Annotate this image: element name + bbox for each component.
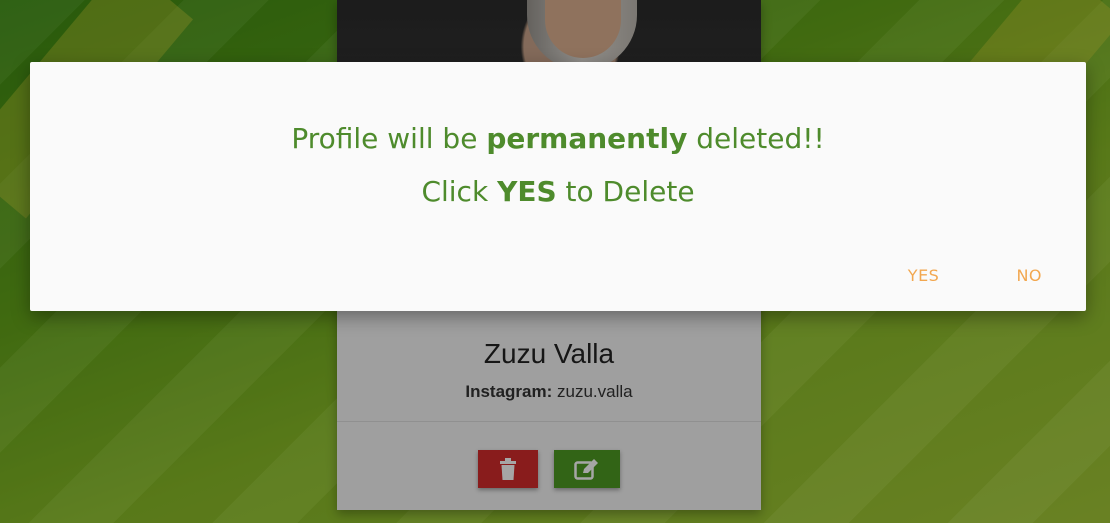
dialog-line2-emphasis: YES [497,175,557,208]
dialog-line1-suffix: deleted!! [687,122,825,155]
dialog-message-line-1: Profile will be permanently deleted!! [30,112,1086,165]
dialog-actions: YES NO [850,260,1056,291]
dialog-message: Profile will be permanently deleted!! Cl… [30,112,1086,218]
dialog-line1-emphasis: permanently [486,122,688,155]
yes-button[interactable]: YES [894,260,954,291]
delete-confirmation-dialog: Profile will be permanently deleted!! Cl… [30,62,1086,311]
dialog-line2-text: Click [421,175,498,208]
no-button[interactable]: NO [1002,260,1056,291]
dialog-message-line-2: Click YES to Delete [30,165,1086,218]
dialog-line1-text: Profile will be [291,122,487,155]
dialog-line2-suffix: to Delete [556,175,695,208]
